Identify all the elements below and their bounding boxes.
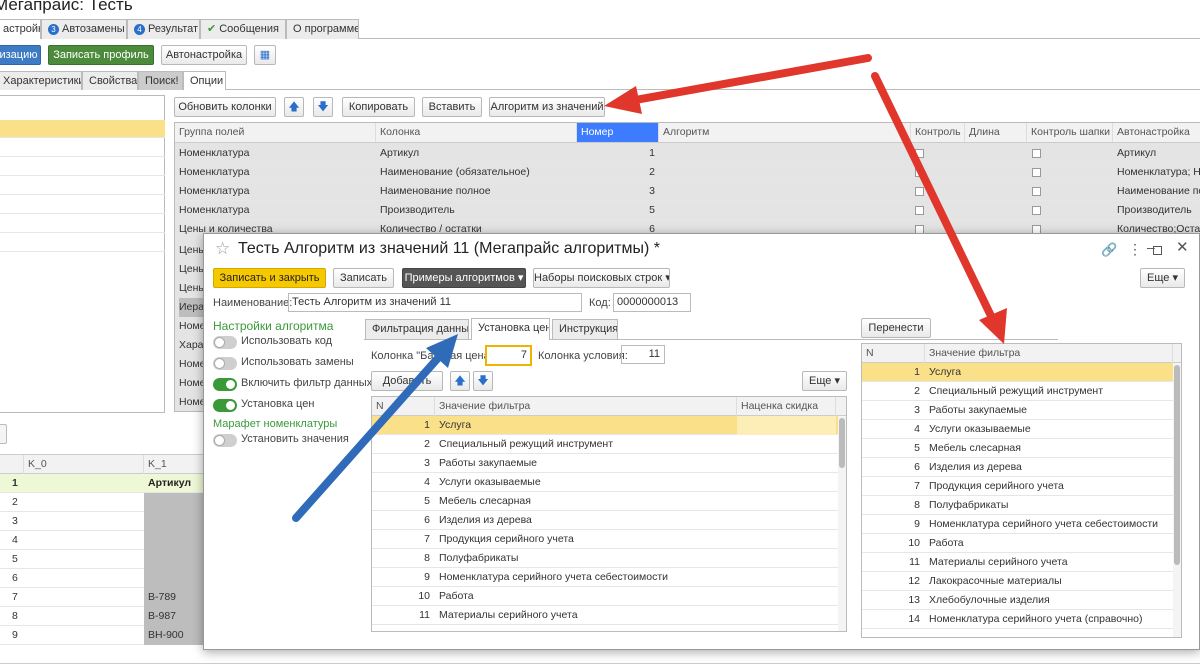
red-arrow-to-filter-list [871, 72, 1007, 344]
annotation-arrows [292, 54, 1007, 522]
blue-arrow-to-price-tab [292, 334, 458, 522]
red-arrow-to-algorithm-button [604, 54, 872, 114]
